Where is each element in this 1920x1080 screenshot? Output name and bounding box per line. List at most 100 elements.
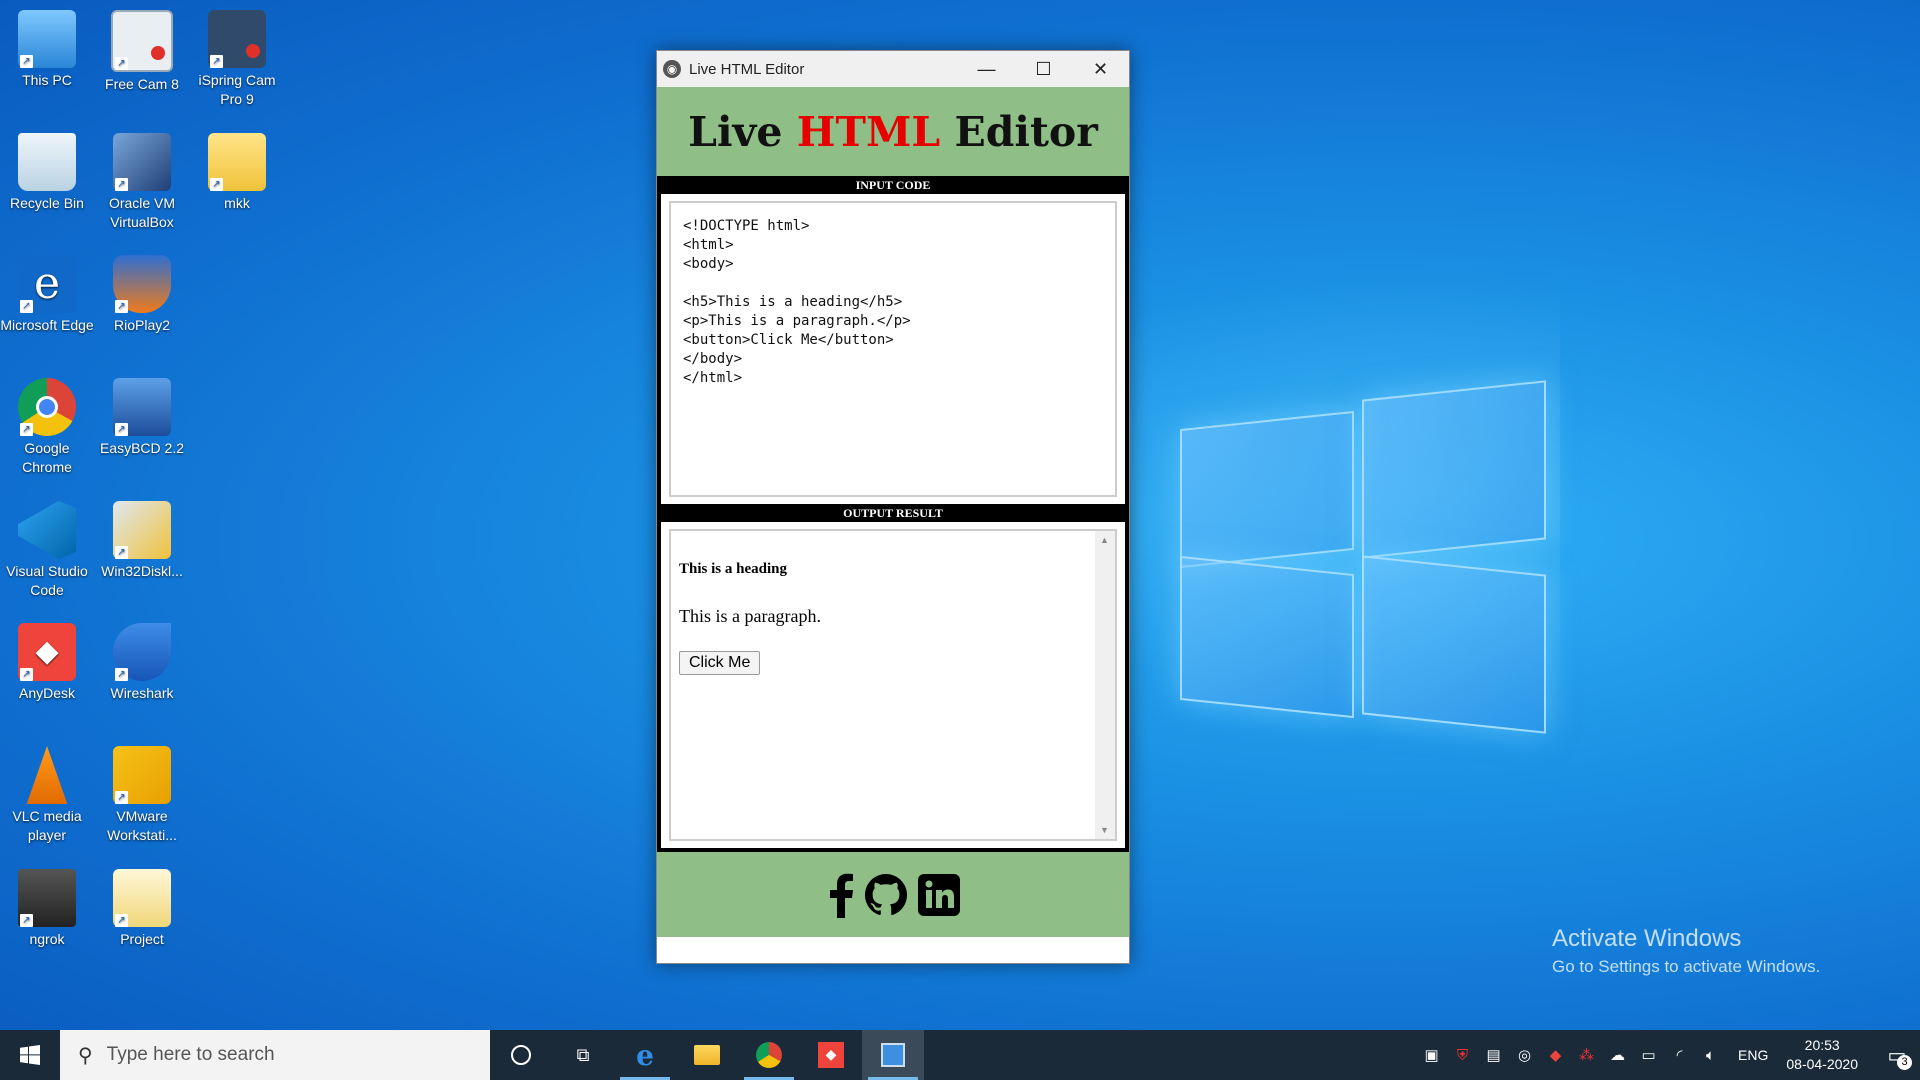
app-editor-icon <box>881 1043 905 1067</box>
desktop-icon-vlc[interactable]: VLC media player <box>0 746 95 845</box>
taskbar: ⚲ Type here to search ⧉ e ◆ ▣ ⛨ ▤ ◎ ◆ ⁂ … <box>0 1030 1920 1080</box>
linkedin-icon[interactable] <box>917 873 961 917</box>
easybcd-icon: ↗ <box>113 378 171 436</box>
tray-app-icon[interactable]: ▤ <box>1478 1046 1509 1064</box>
edge-icon: e ↗ <box>18 255 76 313</box>
tray-anydesk-icon[interactable]: ◆ <box>1540 1046 1571 1064</box>
taskbar-edge[interactable]: e <box>614 1030 676 1080</box>
anydesk-icon: ◆ ↗ <box>18 623 76 681</box>
taskbar-live-html-editor[interactable] <box>862 1030 924 1080</box>
start-button[interactable] <box>0 1030 60 1080</box>
search-placeholder: Type here to search <box>106 1044 275 1065</box>
windows-wallpaper-logo <box>1180 380 1550 740</box>
desktop-icon-vmware[interactable]: ↗ VMware Workstati... <box>94 746 190 845</box>
desktop-icon-free-cam[interactable]: ↗ Free Cam 8 <box>94 10 190 94</box>
scroll-up-icon[interactable]: ▲ <box>1100 535 1109 545</box>
desktop-icon-rioplay[interactable]: ↗ RioPlay2 <box>94 255 190 335</box>
live-html-editor-window: ◉ Live HTML Editor — ☐ ✕ Live HTML Edito… <box>656 50 1130 964</box>
desktop-icon-recycle-bin[interactable]: Recycle Bin <box>0 133 95 213</box>
taskbar-clock[interactable]: 20:53 08-04-2020 <box>1786 1036 1858 1074</box>
vscode-icon <box>18 501 76 559</box>
tray-device-icon[interactable]: ▣ <box>1416 1046 1447 1064</box>
output-frame: This is a heading This is a paragraph. C… <box>657 522 1129 852</box>
edge-icon: e <box>636 1038 654 1072</box>
ispring-cam-icon: ↗ <box>208 10 266 68</box>
output-click-me-button[interactable]: Click Me <box>679 651 761 675</box>
desktop-icon-win32diskimager[interactable]: ↗ Win32Diskl... <box>94 501 190 581</box>
app-footer <box>657 852 1129 937</box>
rioplay-icon: ↗ <box>113 255 171 313</box>
free-cam-icon: ↗ <box>111 10 173 72</box>
desktop-icon-virtualbox[interactable]: ↗ Oracle VM VirtualBox <box>94 133 190 232</box>
tray-security-icon[interactable]: ⛨ <box>1447 1047 1478 1064</box>
ngrok-icon: ↗ <box>18 869 76 927</box>
desktop-icon-anydesk[interactable]: ◆ ↗ AnyDesk <box>0 623 95 703</box>
desktop-icon-chrome[interactable]: ↗ Google Chrome <box>0 378 95 477</box>
vmware-icon: ↗ <box>113 746 171 804</box>
action-center-button[interactable]: ▭ 3 <box>1874 1030 1920 1080</box>
chrome-icon: ↗ <box>18 378 76 436</box>
system-tray: ▣ ⛨ ▤ ◎ ◆ ⁂ ☁ ▭ ◜ 🔈︎ ENG 20:53 08-04-202… <box>1416 1030 1920 1080</box>
chrome-icon <box>756 1042 782 1068</box>
tray-vpn-icon[interactable]: ◎ <box>1509 1046 1540 1064</box>
desktop-icon-mkk[interactable]: ↗ mkk <box>189 133 285 213</box>
output-scrollbar[interactable]: ▲ ▼ <box>1095 531 1115 839</box>
output-result-label: OUTPUT RESULT <box>657 504 1129 522</box>
taskbar-search-box[interactable]: ⚲ Type here to search <box>60 1030 490 1080</box>
taskbar-chrome[interactable] <box>738 1030 800 1080</box>
desktop-icon-vscode[interactable]: Visual Studio Code <box>0 501 95 600</box>
wireshark-icon: ↗ <box>113 623 171 681</box>
maximize-button[interactable]: ☐ <box>1015 51 1072 87</box>
input-frame: <!DOCTYPE html> <html> <body> <h5>This i… <box>657 194 1129 504</box>
window-titlebar[interactable]: ◉ Live HTML Editor — ☐ ✕ <box>657 51 1129 87</box>
anydesk-icon: ◆ <box>818 1042 844 1068</box>
output-paragraph: This is a paragraph. <box>679 606 821 626</box>
activate-subtitle: Go to Settings to activate Windows. <box>1552 957 1821 976</box>
tray-people-icon[interactable]: ⁂ <box>1571 1046 1602 1064</box>
task-view-button[interactable]: ⧉ <box>552 1030 614 1080</box>
desktop-icon-project[interactable]: ↗ Project <box>94 869 190 949</box>
desktop-icon-ngrok[interactable]: ↗ ngrok <box>0 869 95 949</box>
battery-icon[interactable]: ▭ <box>1633 1046 1664 1064</box>
clock-time: 20:53 <box>1804 1037 1840 1053</box>
code-input-textarea[interactable]: <!DOCTYPE html> <html> <body> <h5>This i… <box>669 201 1117 497</box>
scroll-down-icon[interactable]: ▼ <box>1100 825 1109 835</box>
desktop-icon-easybcd[interactable]: ↗ EasyBCD 2.2 <box>94 378 190 458</box>
disk-imager-icon: ↗ <box>113 501 171 559</box>
language-indicator[interactable]: ENG <box>1738 1047 1768 1063</box>
virtualbox-icon: ↗ <box>113 133 171 191</box>
app-header: Live HTML Editor <box>657 87 1129 176</box>
recycle-bin-icon <box>18 133 76 191</box>
volume-icon[interactable]: 🔈︎ <box>1695 1047 1726 1064</box>
app-globe-icon: ◉ <box>663 60 681 78</box>
desktop-icon-this-pc[interactable]: ↗ This PC <box>0 10 95 90</box>
minimize-button[interactable]: — <box>958 51 1015 87</box>
notification-badge: 3 <box>1897 1055 1912 1070</box>
desktop-icon-wireshark[interactable]: ↗ Wireshark <box>94 623 190 703</box>
close-button[interactable]: ✕ <box>1072 51 1129 87</box>
folder-icon <box>694 1045 720 1065</box>
computer-icon: ↗ <box>18 10 76 68</box>
clock-date: 08-04-2020 <box>1786 1056 1858 1072</box>
cortana-button[interactable] <box>490 1030 552 1080</box>
wifi-icon[interactable]: ◜ <box>1664 1046 1695 1064</box>
vlc-icon <box>26 746 68 804</box>
taskbar-file-explorer[interactable] <box>676 1030 738 1080</box>
search-icon: ⚲ <box>78 1044 93 1067</box>
folder-icon: ↗ <box>208 133 266 191</box>
output-heading: This is a heading <box>679 561 787 577</box>
github-icon[interactable] <box>865 873 907 916</box>
taskbar-anydesk[interactable]: ◆ <box>800 1030 862 1080</box>
task-view-icon: ⧉ <box>576 1044 590 1066</box>
onedrive-icon[interactable]: ☁ <box>1602 1046 1633 1064</box>
input-code-label: INPUT CODE <box>657 176 1129 194</box>
app-title: Live HTML Editor <box>688 107 1098 156</box>
cortana-circle-icon <box>511 1045 531 1065</box>
output-preview: This is a heading This is a paragraph. C… <box>669 529 1117 841</box>
window-title: Live HTML Editor <box>689 60 805 78</box>
activate-windows-watermark: Activate Windows Go to Settings to activ… <box>1552 925 1820 977</box>
desktop-icon-ispring-cam[interactable]: ↗ iSpring Cam Pro 9 <box>189 10 285 109</box>
desktop-icon-edge[interactable]: e ↗ Microsoft Edge <box>0 255 95 335</box>
activate-title: Activate Windows <box>1552 925 1742 952</box>
facebook-icon[interactable] <box>825 872 855 918</box>
